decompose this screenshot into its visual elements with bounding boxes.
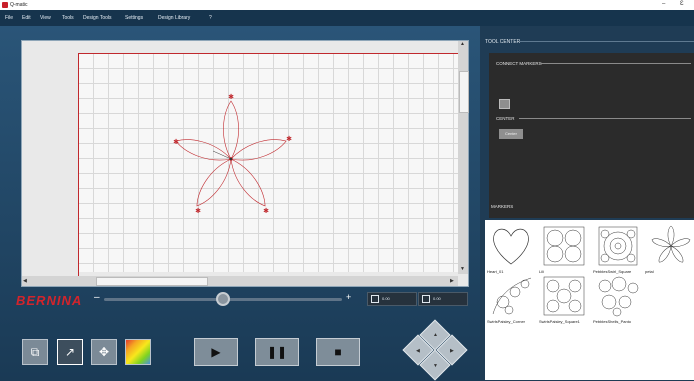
pause-button[interactable]: ❚❚ [255,338,299,366]
x-coordinate-value: 0.00 [382,296,390,301]
scroll-up-icon[interactable]: ▲ [460,41,465,47]
horizontal-scroll-thumb[interactable] [96,277,208,286]
divider [519,118,691,119]
move-tool-button[interactable]: ✥ [91,339,117,365]
zoom-out-button[interactable]: – [94,292,100,303]
center-button[interactable]: Center [499,129,523,139]
horizontal-scrollbar[interactable]: ◀ ▶ [22,276,458,286]
library-item-label: SwirlsPaisley_Square1 [539,319,580,324]
marker-icon: ✱ [228,93,234,101]
library-item-swirls-paisley-square[interactable]: SwirlsPaisley_Square1 [539,272,589,327]
scroll-down-icon[interactable]: ▼ [460,266,465,272]
zoom-in-button[interactable]: + [346,292,351,302]
menu-view[interactable]: View [40,15,51,21]
heart-thumbnail-icon [493,228,529,265]
width-icon [371,294,379,303]
stop-icon: ■ [334,345,342,359]
restore-button[interactable]: Ɛ [680,1,684,7]
lili-thumbnail-icon [543,226,585,266]
library-item-heart[interactable]: Heart_01 [487,222,537,277]
menu-file[interactable]: File [5,15,13,21]
petal-shape [230,158,266,207]
arrow-left-icon: ◀ [416,348,420,354]
center-point [229,157,233,161]
library-item-swirls-paisley-corner[interactable]: SwirlsPaisley_Corner [487,272,537,327]
scroll-left-icon[interactable]: ◀ [23,278,27,284]
play-button[interactable]: ▶ [194,338,238,366]
library-item-pebbles-swirl-square[interactable]: PebblesSwirl_Square [593,222,643,277]
brand-logo: BERNINA [16,293,83,308]
menu-edit[interactable]: Edit [22,15,31,21]
design-library: Heart_01 Lili PebblesSwirl_Square petal … [485,220,694,380]
petal-shape [196,158,232,207]
stop-button[interactable]: ■ [316,338,360,366]
markers-label: MARKERS [491,204,514,209]
library-item-lili[interactable]: Lili [539,222,589,277]
library-item-label: petal [645,269,654,274]
connect-markers-checkbox[interactable] [499,99,510,109]
menu-design-tools[interactable]: Design Tools [83,15,112,21]
swirls-corner-thumbnail-icon [492,277,532,315]
stitch-line [212,150,232,160]
y-coordinate-field[interactable]: 0.00 [418,292,468,306]
scroll-right-icon[interactable]: ▶ [450,278,454,284]
petal-shape [223,100,239,160]
minimize-button[interactable]: – [662,1,665,7]
library-item-pebbles-shells-panto[interactable]: PebblesShells_Panto [593,272,643,327]
vertical-scroll-thumb[interactable] [459,71,469,113]
crop-tool-button[interactable]: ⧉ [22,339,48,365]
menu-help[interactable]: ? [209,15,212,21]
marker-icon: ✱ [173,138,179,146]
title-bar: Q-matic – Ɛ [0,0,694,10]
library-item-petal[interactable]: petal [645,222,694,277]
divider [520,41,694,42]
flower-design[interactable]: ✱ ✱ ✱ ✱ ✱ [22,41,458,274]
divider [541,63,691,64]
swirls-square-thumbnail-icon [543,276,585,316]
menu-tools[interactable]: Tools [62,15,74,21]
marker-icon: ✱ [195,207,201,215]
marker-icon: ✱ [263,207,269,215]
y-coordinate-value: 0.00 [433,296,441,301]
pen-tool-button[interactable]: ↗ [57,339,83,365]
pebbles-swirl-thumbnail-icon [598,226,638,266]
move-icon: ✥ [98,345,110,359]
vertical-scrollbar[interactable]: ▲ ▼ [458,41,469,274]
direction-pad[interactable]: ▲ ◀ ▶ ▼ [402,319,468,381]
app-logo-icon [2,2,8,8]
color-tool-button[interactable] [125,339,151,365]
pause-icon: ❚❚ [266,345,288,359]
center-label: CENTER [496,116,515,121]
design-canvas[interactable]: ✱ ✱ ✱ ✱ ✱ ▲ ▼ ◀ ▶ [21,40,469,287]
crop-icon: ⧉ [30,345,40,359]
petal-thumbnail-icon [651,225,691,263]
zoom-slider-thumb[interactable] [216,292,230,306]
marker-icon: ✱ [286,135,292,143]
menu-design-library[interactable]: Design Library [158,15,190,21]
connect-markers-label: CONNECT MARKERS [496,61,542,66]
menu-bar: File Edit View Tools Design Tools Settin… [0,10,694,26]
pebbles-shells-thumbnail-icon [598,276,639,317]
tool-center-panel: CONNECT MARKERS CENTER Center MARKERS CL… [489,53,694,240]
x-coordinate-field[interactable]: 0.00 [367,292,417,306]
arrow-right-icon: ▶ [450,348,454,354]
height-icon [422,294,430,303]
tool-center-title: TOOL CENTER [485,39,521,45]
library-item-label: PebblesShells_Panto [593,319,632,324]
play-icon: ▶ [211,345,221,359]
window-title: Q-matic [10,2,28,8]
arrow-down-icon: ▼ [433,363,438,369]
pen-icon: ↗ [64,345,76,359]
library-item-label: SwirlsPaisley_Corner [487,319,526,324]
menu-settings[interactable]: Settings [125,15,143,21]
arrow-up-icon: ▲ [433,332,438,338]
